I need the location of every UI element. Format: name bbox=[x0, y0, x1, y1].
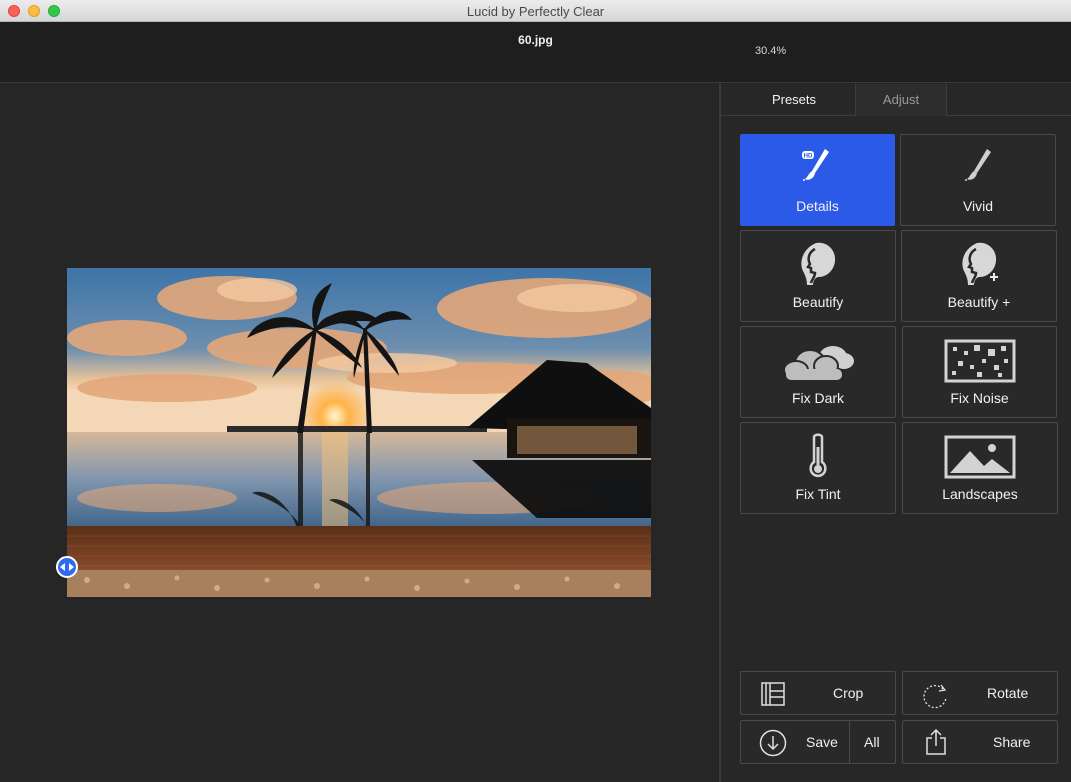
preset-vivid[interactable]: Vivid bbox=[900, 134, 1056, 226]
svg-text:HD: HD bbox=[803, 154, 812, 160]
save-all-button[interactable]: All bbox=[864, 734, 880, 750]
share-icon bbox=[926, 728, 946, 755]
preset-label: Details bbox=[796, 198, 839, 214]
save-divider bbox=[849, 721, 850, 763]
crop-label: Crop bbox=[833, 685, 864, 701]
download-icon bbox=[759, 729, 787, 757]
landscape-icon bbox=[944, 435, 1016, 479]
preset-label: Beautify + bbox=[947, 294, 1011, 310]
file-name: 60.jpg bbox=[518, 33, 553, 47]
side-panel: Presets Adjust HD Details Vivid Beautify bbox=[721, 84, 1071, 782]
hd-brush-icon: HD bbox=[801, 149, 829, 181]
preset-fix-dark[interactable]: Fix Dark bbox=[740, 326, 896, 418]
tab-adjust[interactable]: Adjust bbox=[855, 84, 947, 116]
rotate-button[interactable]: Rotate bbox=[902, 671, 1058, 715]
brush-icon bbox=[965, 149, 991, 181]
title-bar: Lucid by Perfectly Clear bbox=[0, 0, 1071, 22]
compare-slider-handle[interactable] bbox=[56, 556, 78, 578]
panel-tabs: Presets Adjust bbox=[721, 84, 1071, 116]
preset-landscapes[interactable]: Landscapes bbox=[902, 422, 1058, 514]
rotate-icon bbox=[923, 684, 947, 709]
crop-button[interactable]: Crop bbox=[740, 671, 896, 715]
preset-beautify[interactable]: Beautify bbox=[740, 230, 896, 322]
tab-presets[interactable]: Presets bbox=[733, 84, 855, 116]
preset-fix-noise[interactable]: Fix Noise bbox=[902, 326, 1057, 418]
preset-beautify-plus[interactable]: Beautify + bbox=[901, 230, 1057, 322]
thermometer-icon bbox=[809, 433, 827, 478]
save-button-group: Save All bbox=[740, 720, 896, 764]
preset-label: Fix Noise bbox=[950, 390, 1009, 406]
noise-icon bbox=[944, 339, 1015, 383]
rotate-label: Rotate bbox=[987, 685, 1029, 701]
photo-preview bbox=[67, 268, 651, 597]
face-profile-icon bbox=[801, 242, 836, 285]
window-title: Lucid by Perfectly Clear bbox=[466, 4, 605, 19]
preset-label: Vivid bbox=[962, 198, 994, 214]
clouds-icon bbox=[783, 346, 854, 380]
left-right-arrows-icon bbox=[60, 563, 74, 571]
share-button[interactable]: Share bbox=[902, 720, 1058, 764]
save-button[interactable]: Save bbox=[806, 734, 838, 750]
preset-label: Beautify bbox=[792, 294, 844, 310]
crop-icon bbox=[761, 682, 785, 706]
preset-label: Fix Tint bbox=[795, 486, 841, 502]
share-label: Share bbox=[993, 734, 1031, 750]
preset-fix-tint[interactable]: Fix Tint bbox=[740, 422, 896, 514]
preset-label: Fix Dark bbox=[791, 390, 845, 406]
zoom-level: 30.4% bbox=[755, 45, 787, 57]
image-canvas[interactable] bbox=[0, 84, 719, 782]
face-profile-plus-icon bbox=[962, 242, 998, 285]
preset-details[interactable]: HD Details bbox=[740, 134, 895, 226]
info-bar: 60.jpg 30.4% bbox=[0, 22, 1071, 83]
preset-label: Landscapes bbox=[942, 486, 1018, 502]
